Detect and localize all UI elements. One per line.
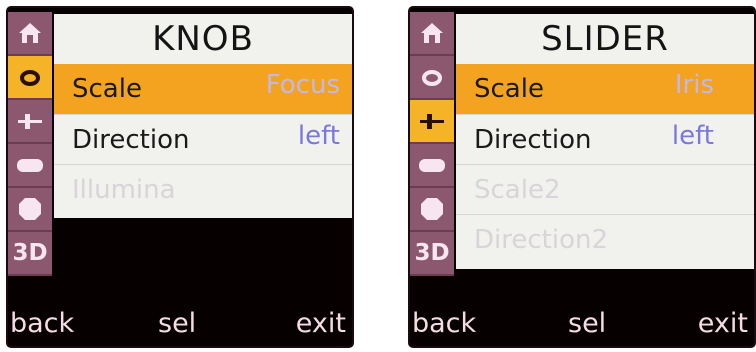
exit-softkey[interactable]: exit [296, 306, 346, 342]
row-value: left [297, 121, 340, 151]
pill-icon[interactable] [410, 144, 454, 188]
back-softkey[interactable]: back [10, 306, 74, 342]
menu-row-scale[interactable]: Scale Focus [54, 64, 352, 114]
row-value: Focus [265, 70, 340, 100]
row-value: left [671, 121, 714, 151]
octagon-icon[interactable] [8, 188, 52, 232]
octagon-icon[interactable] [410, 188, 454, 232]
home-icon[interactable] [8, 12, 52, 56]
menu-row-scale[interactable]: Scale Iris [456, 64, 754, 114]
slider-screen: 3D SLIDER Scale Iris Direction left Scal… [410, 8, 754, 346]
row-label: Scale [72, 74, 142, 104]
3d-icon[interactable]: 3D [410, 232, 454, 276]
ring-icon[interactable] [8, 56, 52, 100]
softkey-bar: back sel exit [8, 306, 352, 342]
knob-screen: 3D KNOB Scale Focus Direction left Illum… [8, 8, 352, 346]
select-softkey[interactable]: sel [568, 306, 606, 342]
menu-row-illumina: Illumina [54, 164, 352, 214]
row-label: Scale [474, 74, 544, 104]
back-softkey[interactable]: back [412, 306, 476, 342]
pill-icon[interactable] [8, 144, 52, 188]
row-label: Scale2 [474, 175, 561, 205]
home-icon[interactable] [410, 12, 454, 56]
menu-panel: KNOB Scale Focus Direction left Illumina [54, 14, 352, 218]
mode-sidebar: 3D [8, 12, 52, 312]
menu-row-direction[interactable]: Direction left [456, 114, 754, 164]
slider-icon[interactable] [8, 100, 52, 144]
row-value: Iris [674, 70, 714, 100]
row-label: Illumina [72, 175, 176, 205]
slider-icon[interactable] [410, 100, 454, 144]
menu-row-scale2: Scale2 [456, 164, 754, 214]
ring-icon[interactable] [410, 56, 454, 100]
exit-softkey[interactable]: exit [698, 306, 748, 342]
row-label: Direction2 [474, 225, 608, 255]
menu-row-direction[interactable]: Direction left [54, 114, 352, 164]
row-label: Direction [474, 125, 592, 155]
select-softkey[interactable]: sel [158, 306, 196, 342]
page-title: SLIDER [541, 19, 669, 59]
page-title: KNOB [152, 19, 254, 59]
softkey-bar: back sel exit [410, 306, 754, 342]
row-label: Direction [72, 125, 190, 155]
mode-sidebar: 3D [410, 12, 454, 312]
menu-panel: SLIDER Scale Iris Direction left Scale2 … [456, 14, 754, 269]
3d-icon[interactable]: 3D [8, 232, 52, 276]
menu-row-direction2: Direction2 [456, 214, 754, 264]
